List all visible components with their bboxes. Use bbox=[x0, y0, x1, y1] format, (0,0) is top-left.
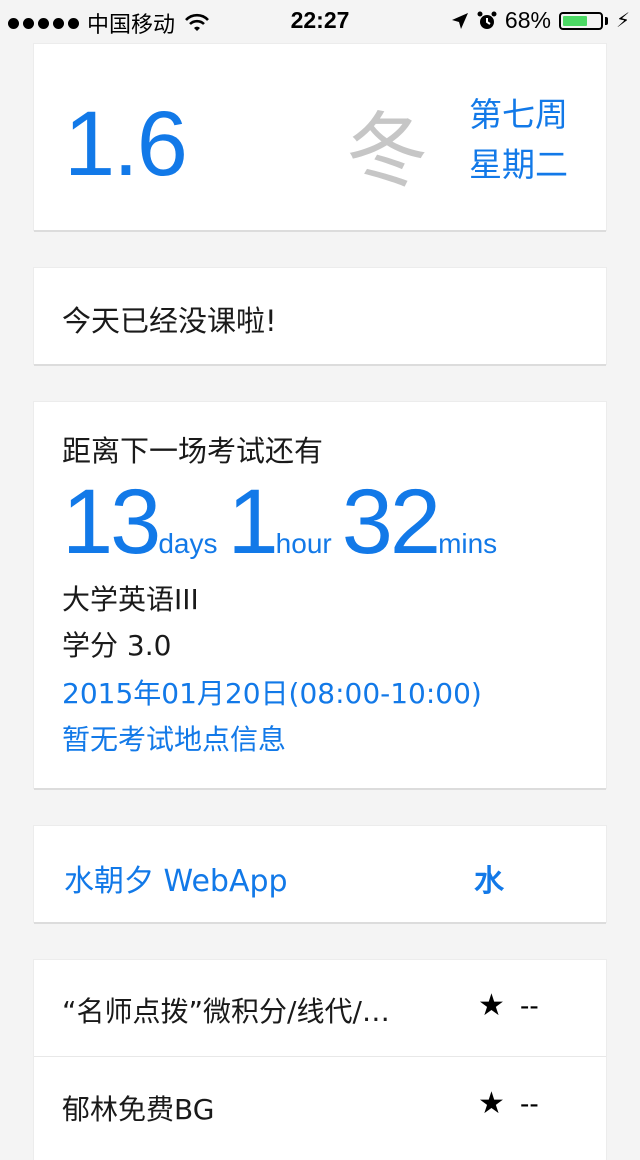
current-date: 1.6 bbox=[64, 93, 188, 195]
countdown: 13days 1hour 32mins bbox=[62, 470, 507, 575]
mins-value: 32 bbox=[341, 471, 441, 573]
charging-bolt-icon: ⚡ bbox=[615, 10, 630, 32]
battery-level-fill bbox=[562, 15, 587, 26]
course-title: 郁林免费BG bbox=[62, 1093, 215, 1126]
course-score: -- bbox=[520, 1088, 539, 1119]
location-arrow-icon bbox=[451, 12, 468, 29]
mins-unit: mins bbox=[438, 528, 498, 559]
today-classes-card[interactable]: 今天已经没课啦! bbox=[34, 268, 606, 364]
battery-tip bbox=[604, 16, 608, 25]
season-label: 冬 bbox=[346, 104, 429, 199]
week-info: 第七周 星期二 bbox=[469, 90, 568, 190]
exam-time: 2015年01月20日(08:00-10:00) bbox=[62, 677, 482, 710]
days-unit: days bbox=[158, 528, 218, 559]
status-right: 68% ⚡ bbox=[451, 7, 630, 34]
exam-course-name: 大学英语III bbox=[62, 583, 199, 616]
exam-credit: 学分 3.0 bbox=[62, 629, 172, 662]
webapp-link[interactable]: 水朝夕 WebApp bbox=[64, 856, 288, 900]
webapp-card[interactable]: 水朝夕 WebApp 水 bbox=[34, 826, 606, 922]
status-bar: 中国移动 22:27 68% ⚡ bbox=[0, 0, 640, 40]
list-item[interactable]: “名师点拨”微积分/线代/… ★ -- bbox=[34, 960, 606, 1057]
exam-place: 暂无考试地点信息 bbox=[62, 723, 287, 756]
battery-percent: 68% bbox=[504, 7, 551, 33]
days-value: 13 bbox=[62, 471, 161, 573]
course-score: -- bbox=[520, 990, 539, 1021]
star-icon[interactable]: ★ bbox=[478, 988, 505, 1023]
date-card: 1.6 冬 第七周 星期二 bbox=[34, 44, 606, 230]
exam-countdown-card[interactable]: 距离下一场考试还有 13days 1hour 32mins 大学英语III 学分 3… bbox=[34, 402, 606, 788]
hours-unit: hour bbox=[275, 528, 332, 559]
weekday: 星期二 bbox=[469, 145, 568, 184]
course-title: “名师点拨”微积分/线代/… bbox=[62, 995, 390, 1028]
alarm-clock-icon bbox=[477, 11, 497, 29]
list-item[interactable]: 郁林免费BG ★ -- bbox=[34, 1058, 606, 1154]
course-list-card: “名师点拨”微积分/线代/… ★ -- 郁林免费BG ★ -- bbox=[34, 960, 606, 1160]
exam-countdown-label: 距离下一场考试还有 bbox=[62, 434, 324, 468]
water-logo-icon[interactable]: 水 bbox=[474, 856, 504, 900]
star-icon[interactable]: ★ bbox=[478, 1086, 505, 1121]
no-class-message: 今天已经没课啦! bbox=[62, 304, 277, 338]
battery-icon bbox=[558, 11, 603, 30]
hours-value: 1 bbox=[227, 471, 279, 573]
week-number: 第七周 bbox=[469, 95, 568, 134]
